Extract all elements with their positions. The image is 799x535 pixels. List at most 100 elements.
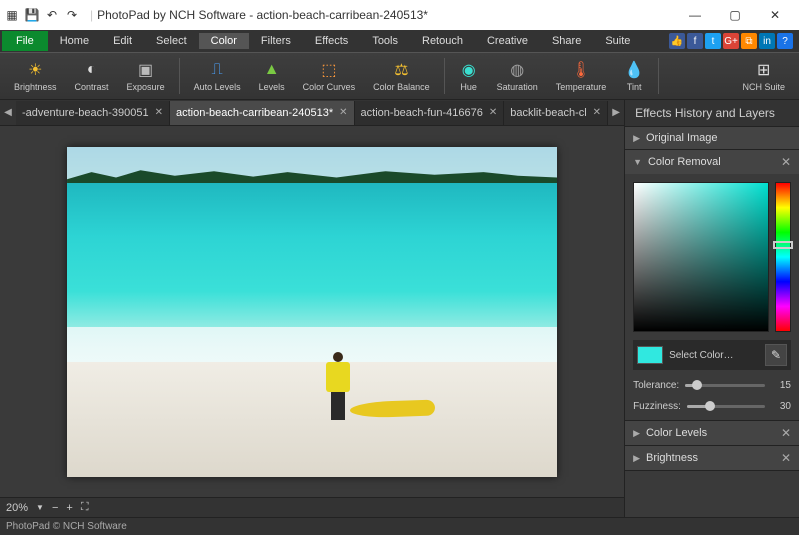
social-icon[interactable]: t bbox=[705, 33, 721, 49]
panel-title: Effects History and Layers bbox=[625, 100, 799, 127]
tool-label: Exposure bbox=[127, 82, 165, 92]
menu-share[interactable]: Share bbox=[540, 33, 593, 49]
section-brightness[interactable]: ▶ Brightness ✕ bbox=[625, 446, 799, 470]
tool-exposure[interactable]: ▣ Exposure bbox=[119, 58, 173, 94]
tab-close-icon[interactable]: ✕ bbox=[339, 107, 347, 118]
selected-color-swatch[interactable] bbox=[637, 346, 663, 364]
section-close-icon[interactable]: ✕ bbox=[781, 451, 791, 465]
title-bar: ▦ 💾 ↶ ↷ | PhotoPad by NCH Software - act… bbox=[0, 0, 799, 30]
tab-scroll-left[interactable]: ◀ bbox=[0, 101, 16, 125]
brightness-icon: ☀ bbox=[25, 60, 45, 80]
document-tab[interactable]: backlit-beach-cl✕ bbox=[504, 101, 608, 125]
menu-filters[interactable]: Filters bbox=[249, 33, 303, 49]
tab-close-icon[interactable]: ✕ bbox=[489, 107, 497, 118]
auto-levels-icon: ⎍ bbox=[207, 60, 227, 80]
fuzziness-slider[interactable] bbox=[687, 405, 765, 408]
tool-label: Tint bbox=[627, 82, 642, 92]
tool-label: Temperature bbox=[556, 82, 607, 92]
redo-icon[interactable]: ↷ bbox=[64, 7, 80, 23]
tab-scroll-right[interactable]: ▶ bbox=[608, 101, 624, 125]
maximize-button[interactable]: ▢ bbox=[715, 0, 755, 30]
eyedropper-button[interactable]: ✎ bbox=[765, 344, 787, 366]
chevron-down-icon: ▼ bbox=[633, 157, 642, 167]
tool-label: Contrast bbox=[75, 82, 109, 92]
tolerance-slider[interactable] bbox=[685, 384, 765, 387]
chevron-right-icon: ▶ bbox=[633, 133, 640, 144]
social-icon[interactable]: ? bbox=[777, 33, 793, 49]
tool-levels[interactable]: ▲ Levels bbox=[251, 58, 293, 94]
menu-color[interactable]: Color bbox=[199, 33, 249, 49]
tool-auto-levels[interactable]: ⎍ Auto Levels bbox=[186, 58, 249, 94]
contrast-icon: ◐ bbox=[82, 60, 102, 80]
zoom-out-button[interactable]: − bbox=[52, 502, 58, 514]
exposure-icon: ▣ bbox=[136, 60, 156, 80]
chevron-right-icon: ▶ bbox=[633, 453, 640, 464]
tool-contrast[interactable]: ◐ Contrast bbox=[67, 58, 117, 94]
section-close-icon[interactable]: ✕ bbox=[781, 155, 791, 169]
select-color-button[interactable]: Select Color… bbox=[669, 350, 755, 361]
zoom-percent[interactable]: 20% bbox=[6, 502, 28, 514]
section-color-removal[interactable]: ▼ Color Removal ✕ bbox=[625, 150, 799, 174]
tool-label: Color Balance bbox=[373, 82, 430, 92]
fuzziness-value: 30 bbox=[771, 401, 791, 412]
tool-label: Auto Levels bbox=[194, 82, 241, 92]
social-icon[interactable]: in bbox=[759, 33, 775, 49]
menu-file[interactable]: File bbox=[2, 31, 48, 51]
zoom-dropdown-icon[interactable]: ▼ bbox=[36, 503, 44, 512]
window-title: PhotoPad by NCH Software - action-beach-… bbox=[97, 8, 428, 22]
menu-effects[interactable]: Effects bbox=[303, 33, 360, 49]
color-saturation-value-picker[interactable] bbox=[633, 182, 769, 332]
document-tab[interactable]: action-beach-fun-416676✕ bbox=[355, 101, 505, 125]
tool-temperature[interactable]: 🌡 Temperature bbox=[548, 58, 615, 94]
close-button[interactable]: ✕ bbox=[755, 0, 795, 30]
tab-close-icon[interactable]: ✕ bbox=[155, 107, 163, 118]
app-icon: ▦ bbox=[4, 7, 20, 23]
tool-nch-suite[interactable]: ⊞NCH Suite bbox=[734, 58, 793, 94]
tolerance-label: Tolerance: bbox=[633, 380, 679, 391]
tab-close-icon[interactable]: ✕ bbox=[593, 107, 601, 118]
levels-icon: ▲ bbox=[262, 60, 282, 80]
social-icon[interactable]: ⧉ bbox=[741, 33, 757, 49]
zoom-in-button[interactable]: + bbox=[66, 502, 72, 514]
save-icon[interactable]: 💾 bbox=[24, 7, 40, 23]
zoom-fit-button[interactable]: ⛶ bbox=[81, 501, 89, 514]
menu-edit[interactable]: Edit bbox=[101, 33, 144, 49]
menu-tools[interactable]: Tools bbox=[360, 33, 410, 49]
menu-retouch[interactable]: Retouch bbox=[410, 33, 475, 49]
social-icon[interactable]: f bbox=[687, 33, 703, 49]
tool-label: Color Curves bbox=[303, 82, 356, 92]
tool-color-curves[interactable]: ⬚ Color Curves bbox=[295, 58, 364, 94]
copyright-text: PhotoPad © NCH Software bbox=[6, 521, 127, 532]
chevron-right-icon: ▶ bbox=[633, 428, 640, 439]
document-tab[interactable]: -adventure-beach-390051✕ bbox=[16, 101, 170, 125]
undo-icon[interactable]: ↶ bbox=[44, 7, 60, 23]
tool-color-balance[interactable]: ⚖ Color Balance bbox=[365, 58, 438, 94]
zoom-bar: 20% ▼ − + ⛶ bbox=[0, 497, 624, 517]
tool-label: Brightness bbox=[14, 82, 57, 92]
menu-creative[interactable]: Creative bbox=[475, 33, 540, 49]
social-icon[interactable]: G+ bbox=[723, 33, 739, 49]
menu-suite[interactable]: Suite bbox=[593, 33, 642, 49]
minimize-button[interactable]: — bbox=[675, 0, 715, 30]
tool-tint[interactable]: 💧Tint bbox=[616, 58, 652, 94]
temperature-icon: 🌡 bbox=[571, 60, 591, 80]
tool-hue[interactable]: ◉Hue bbox=[451, 58, 487, 94]
menu-select[interactable]: Select bbox=[144, 33, 199, 49]
tool-brightness[interactable]: ☀ Brightness bbox=[6, 58, 65, 94]
section-close-icon[interactable]: ✕ bbox=[781, 426, 791, 440]
color-hue-slider[interactable] bbox=[775, 182, 791, 332]
fuzziness-label: Fuzziness: bbox=[633, 401, 681, 412]
hue-handle[interactable] bbox=[773, 241, 793, 249]
menu-home[interactable]: Home bbox=[48, 33, 101, 49]
tool-label: Levels bbox=[259, 82, 285, 92]
canvas-area[interactable] bbox=[0, 126, 624, 497]
color-balance-icon: ⚖ bbox=[391, 60, 411, 80]
social-icon[interactable]: 👍 bbox=[669, 33, 685, 49]
image-canvas[interactable] bbox=[67, 147, 557, 477]
tool-saturation[interactable]: ◍Saturation bbox=[489, 58, 546, 94]
hue-icon: ◉ bbox=[459, 60, 479, 80]
document-tab[interactable]: action-beach-carribean-240513*✕ bbox=[170, 101, 355, 125]
section-original-image[interactable]: ▶ Original Image bbox=[625, 127, 799, 149]
color-curves-icon: ⬚ bbox=[319, 60, 339, 80]
section-color-levels[interactable]: ▶ Color Levels ✕ bbox=[625, 421, 799, 445]
